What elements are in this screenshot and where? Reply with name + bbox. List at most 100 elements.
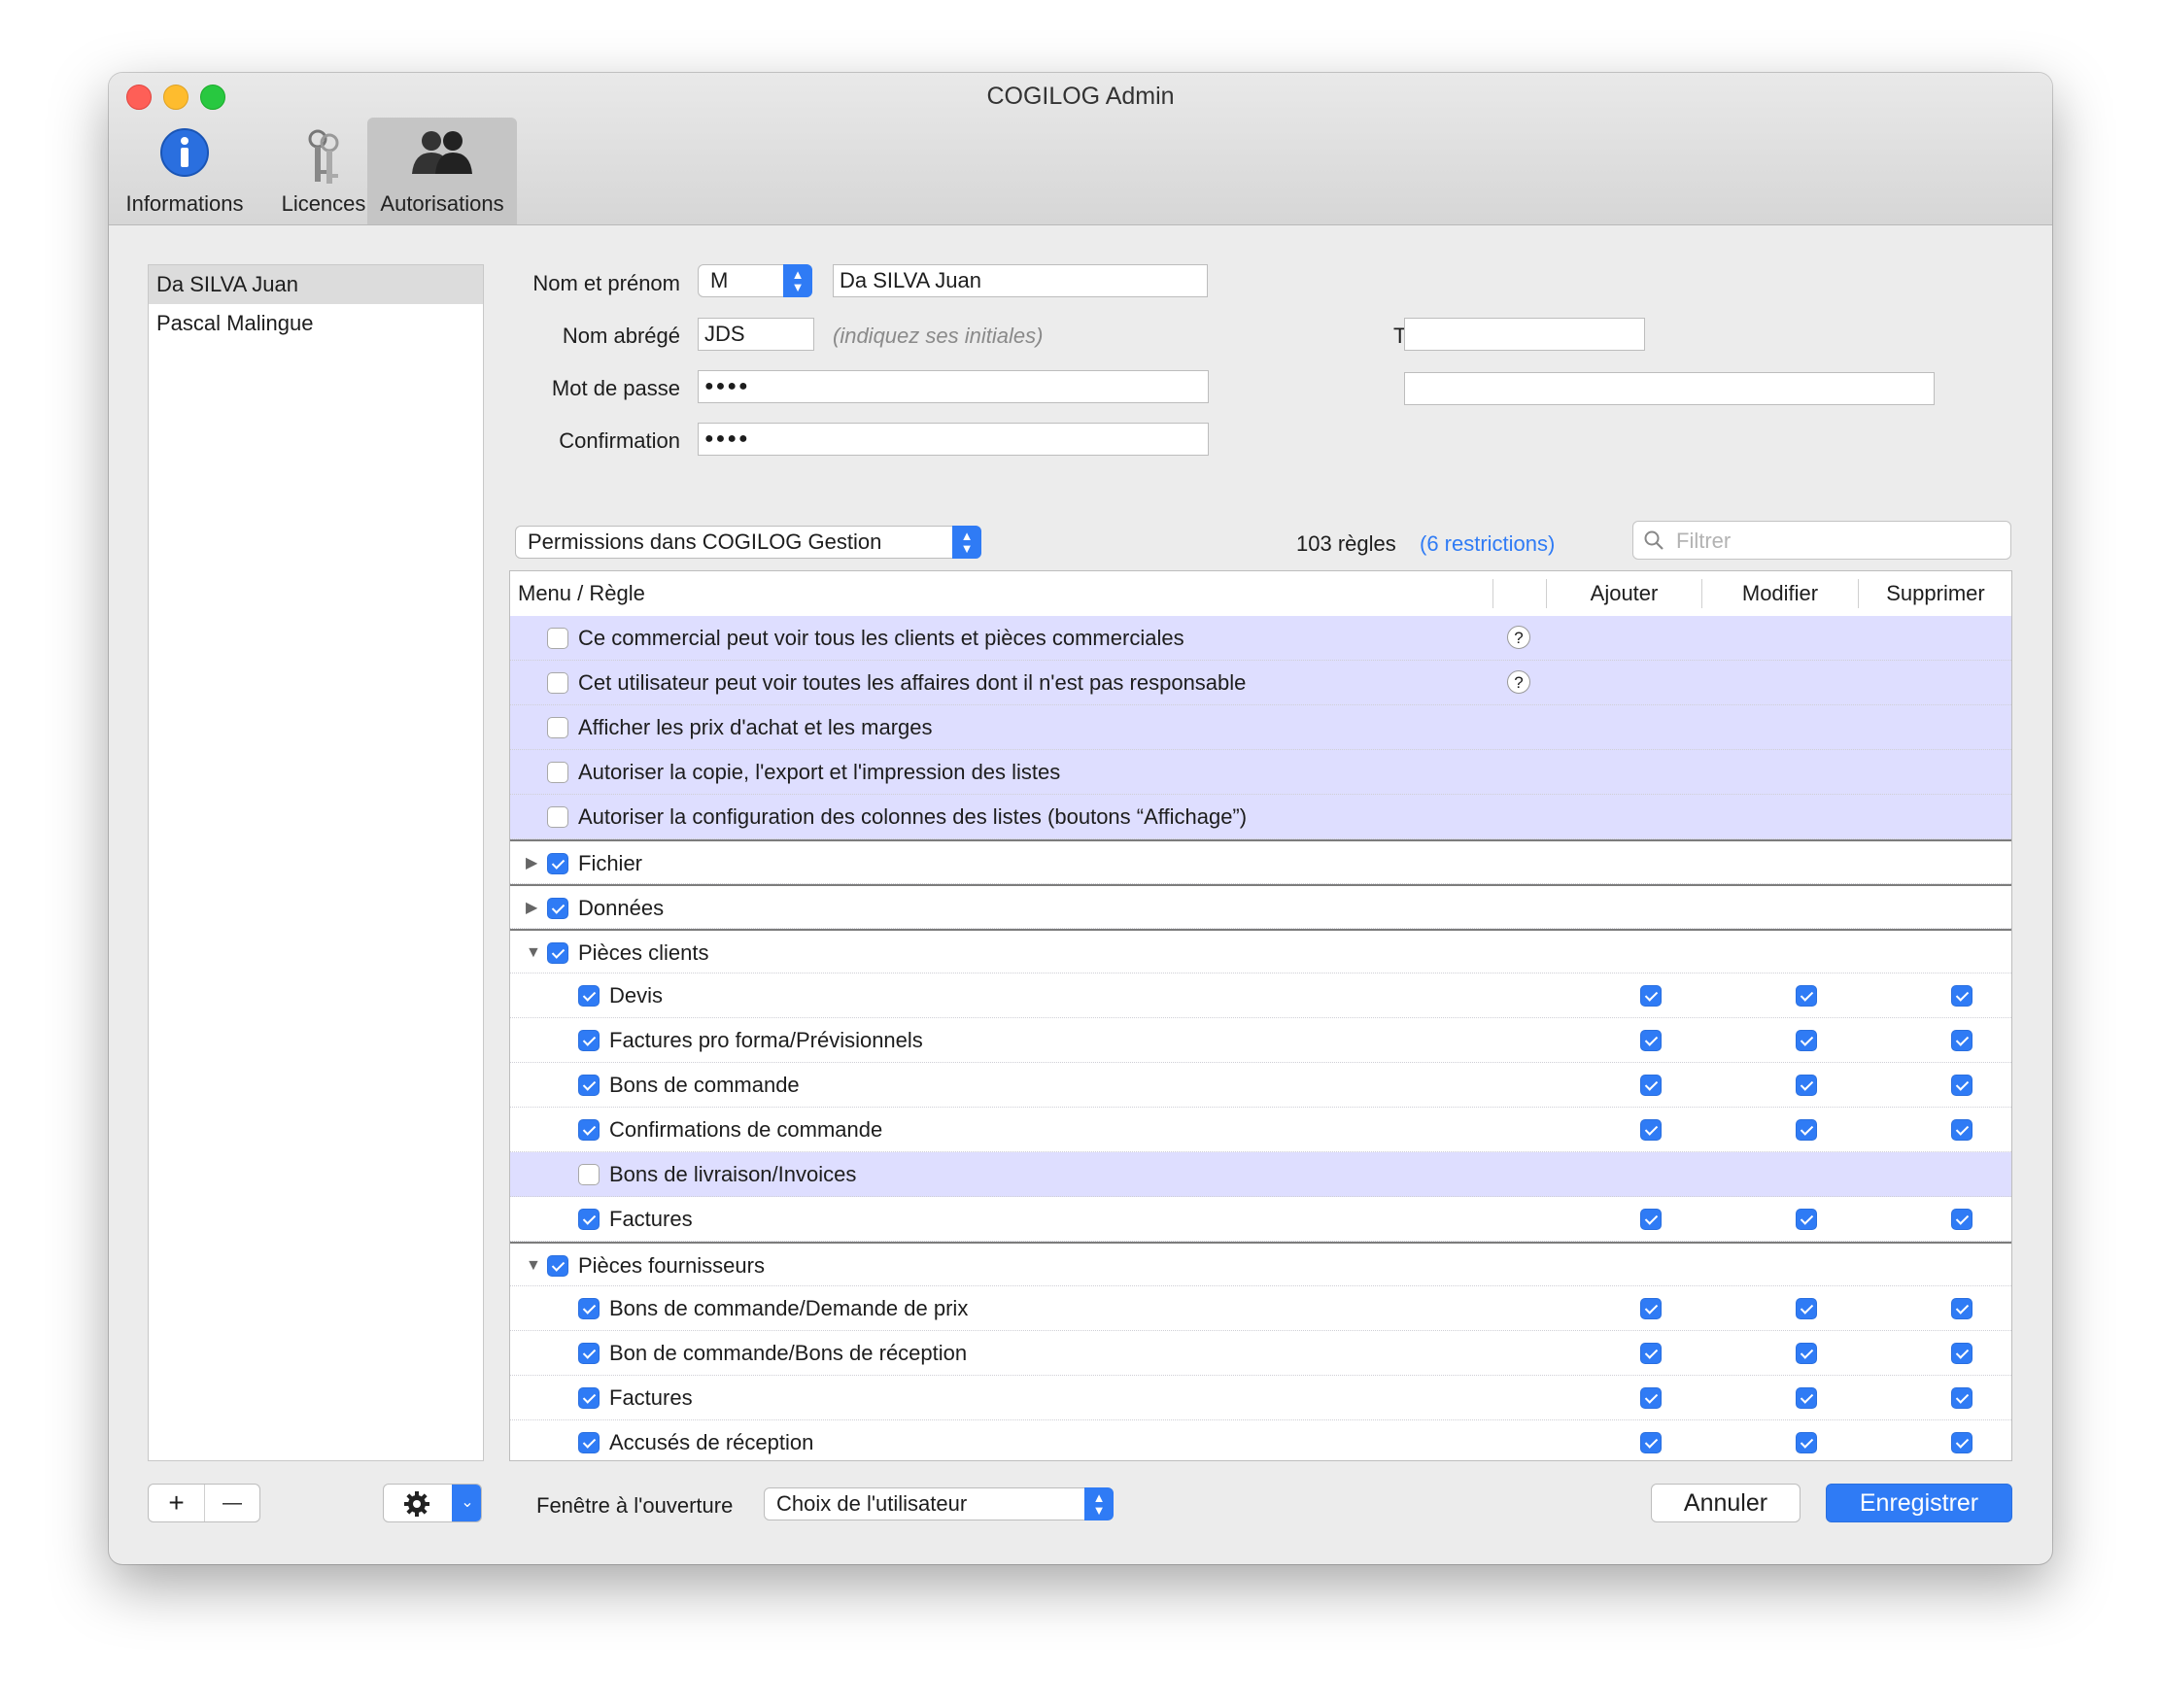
delete-permission-checkbox[interactable]	[1951, 1343, 1972, 1364]
add-permission-checkbox[interactable]	[1640, 1075, 1662, 1096]
rule-checkbox[interactable]	[547, 898, 568, 919]
table-row[interactable]: Accusés de réception	[510, 1420, 2011, 1460]
rule-checkbox[interactable]	[578, 1432, 600, 1453]
rule-checkbox[interactable]	[578, 1075, 600, 1096]
table-row[interactable]: Factures pro forma/Prévisionnels	[510, 1018, 2011, 1063]
tab-informations[interactable]: Informations	[117, 118, 253, 224]
rule-checkbox[interactable]	[547, 762, 568, 783]
opening-window-select[interactable]: Choix de l'utilisateur ▲ ▼	[764, 1487, 1114, 1520]
column-edit[interactable]: Modifier	[1702, 571, 1858, 616]
add-permission-checkbox[interactable]	[1640, 1387, 1662, 1409]
table-group-row[interactable]: ▶ Données	[510, 884, 2011, 929]
delete-permission-checkbox[interactable]	[1951, 1432, 1972, 1453]
help-icon[interactable]: ?	[1507, 626, 1530, 649]
rule-checkbox[interactable]	[578, 1119, 600, 1141]
table-row[interactable]: Bon de commande/Bons de réception	[510, 1331, 2011, 1376]
rule-checkbox[interactable]	[547, 806, 568, 828]
table-row[interactable]: Bons de livraison/Invoices	[510, 1152, 2011, 1197]
user-item[interactable]: Pascal Malingue	[149, 304, 483, 343]
delete-permission-checkbox[interactable]	[1951, 1298, 1972, 1319]
delete-permission-checkbox[interactable]	[1951, 1030, 1972, 1051]
table-group-row[interactable]: ▶ Fichier	[510, 839, 2011, 884]
rule-checkbox[interactable]	[578, 985, 600, 1007]
delete-permission-checkbox[interactable]	[1951, 1209, 1972, 1230]
permissions-scope-select[interactable]: Permissions dans COGILOG Gestion ▲ ▼	[515, 526, 981, 559]
table-row[interactable]: Afficher les prix d'achat et les marges	[510, 705, 2011, 750]
save-button[interactable]: Enregistrer	[1826, 1484, 2012, 1522]
rule-checkbox[interactable]	[547, 942, 568, 964]
add-permission-checkbox[interactable]	[1640, 1030, 1662, 1051]
user-item[interactable]: Da SILVA Juan	[149, 265, 483, 304]
edit-permission-checkbox[interactable]	[1796, 1343, 1817, 1364]
permissions-table[interactable]: Menu / Règle Ajouter Modifier Supprimer …	[509, 570, 2012, 1461]
add-permission-checkbox[interactable]	[1640, 1298, 1662, 1319]
table-group-row[interactable]: ▼ Pièces clients	[510, 929, 2011, 974]
table-row[interactable]: Bons de commande	[510, 1063, 2011, 1108]
table-row[interactable]: Autoriser la copie, l'export et l'impres…	[510, 750, 2011, 795]
disclosure-collapsed-icon[interactable]: ▶	[526, 841, 537, 886]
table-group-row[interactable]: ▼ Pièces fournisseurs	[510, 1242, 2011, 1286]
civility-select[interactable]: M ▲ ▼	[698, 264, 812, 297]
phone-field[interactable]	[1404, 318, 1645, 351]
restrictions-link[interactable]: (6 restrictions)	[1420, 531, 1555, 557]
tab-autorisations[interactable]: Autorisations	[367, 118, 517, 224]
table-row[interactable]: Factures	[510, 1376, 2011, 1420]
action-menu-button[interactable]: ⌄	[383, 1484, 482, 1522]
edit-permission-checkbox[interactable]	[1796, 1030, 1817, 1051]
user-list[interactable]: Da SILVA Juan Pascal Malingue	[148, 264, 484, 1461]
rule-checkbox[interactable]	[578, 1343, 600, 1364]
rule-checkbox[interactable]	[547, 672, 568, 694]
table-row[interactable]: Bons de commande/Demande de prix	[510, 1286, 2011, 1331]
table-row[interactable]: Cet utilisateur peut voir toutes les aff…	[510, 661, 2011, 705]
filter-search-field[interactable]: Filtrer	[1632, 521, 2011, 560]
rule-checkbox[interactable]	[547, 853, 568, 874]
rule-label: Cet utilisateur peut voir toutes les aff…	[578, 670, 1247, 695]
table-row[interactable]: Confirmations de commande	[510, 1108, 2011, 1152]
edit-permission-checkbox[interactable]	[1796, 1387, 1817, 1409]
delete-permission-checkbox[interactable]	[1951, 1387, 1972, 1409]
add-user-button[interactable]: +	[149, 1485, 205, 1521]
remove-user-button[interactable]: —	[205, 1485, 259, 1521]
edit-permission-checkbox[interactable]	[1796, 1209, 1817, 1230]
rule-checkbox[interactable]	[547, 717, 568, 738]
tab-licences[interactable]: Licences	[264, 118, 383, 224]
rule-checkbox[interactable]	[547, 628, 568, 649]
edit-permission-checkbox[interactable]	[1796, 1432, 1817, 1453]
add-permission-checkbox[interactable]	[1640, 985, 1662, 1007]
column-menu-rule[interactable]: Menu / Règle	[518, 571, 645, 616]
table-row[interactable]: Devis	[510, 974, 2011, 1018]
email-field[interactable]	[1404, 372, 1935, 405]
table-row[interactable]: Autoriser la configuration des colonnes …	[510, 795, 2011, 839]
disclosure-expanded-icon[interactable]: ▼	[526, 931, 541, 975]
name-field[interactable]: Da SILVA Juan	[833, 264, 1208, 297]
rule-checkbox[interactable]	[578, 1030, 600, 1051]
rule-checkbox[interactable]	[547, 1255, 568, 1277]
disclosure-collapsed-icon[interactable]: ▶	[526, 886, 537, 931]
edit-permission-checkbox[interactable]	[1796, 1075, 1817, 1096]
table-row[interactable]: Factures	[510, 1197, 2011, 1242]
rule-checkbox[interactable]	[578, 1164, 600, 1185]
column-add[interactable]: Ajouter	[1547, 571, 1701, 616]
column-delete[interactable]: Supprimer	[1859, 571, 2011, 616]
short-name-field[interactable]: JDS	[698, 318, 814, 351]
add-permission-checkbox[interactable]	[1640, 1343, 1662, 1364]
edit-permission-checkbox[interactable]	[1796, 1298, 1817, 1319]
confirmation-field[interactable]: ●●●●	[698, 423, 1209, 456]
rule-checkbox[interactable]	[578, 1298, 600, 1319]
cancel-button[interactable]: Annuler	[1651, 1484, 1801, 1522]
table-row[interactable]: Ce commercial peut voir tous les clients…	[510, 616, 2011, 661]
disclosure-expanded-icon[interactable]: ▼	[526, 1244, 541, 1288]
delete-permission-checkbox[interactable]	[1951, 1119, 1972, 1141]
rule-checkbox[interactable]	[578, 1209, 600, 1230]
delete-permission-checkbox[interactable]	[1951, 985, 1972, 1007]
help-icon[interactable]: ?	[1507, 670, 1530, 694]
edit-permission-checkbox[interactable]	[1796, 1119, 1817, 1141]
rule-checkbox[interactable]	[578, 1387, 600, 1409]
delete-permission-checkbox[interactable]	[1951, 1075, 1972, 1096]
edit-permission-checkbox[interactable]	[1796, 985, 1817, 1007]
add-permission-checkbox[interactable]	[1640, 1209, 1662, 1230]
password-field[interactable]: ●●●●	[698, 370, 1209, 403]
rule-label: Données	[578, 896, 665, 920]
add-permission-checkbox[interactable]	[1640, 1119, 1662, 1141]
add-permission-checkbox[interactable]	[1640, 1432, 1662, 1453]
